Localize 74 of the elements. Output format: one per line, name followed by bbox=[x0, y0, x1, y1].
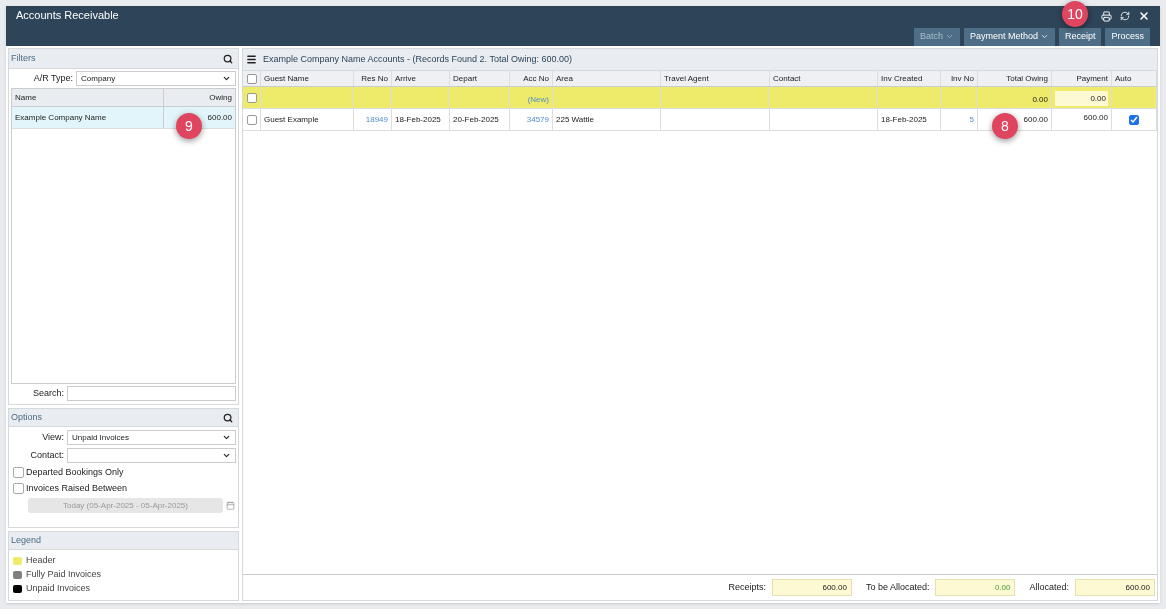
column-header[interactable]: Inv No bbox=[941, 71, 978, 86]
total-field: 600.00 bbox=[1075, 579, 1155, 596]
total-label: Allocated: bbox=[1029, 580, 1069, 594]
column-header[interactable]: Res No bbox=[354, 71, 392, 86]
payment-field[interactable]: 0.00 bbox=[1055, 91, 1108, 106]
owing-cell: 600.00 bbox=[207, 111, 232, 124]
table-cell: 18-Feb-2025 bbox=[881, 113, 927, 126]
checkbox[interactable] bbox=[13, 467, 24, 478]
checkbox[interactable] bbox=[246, 114, 257, 125]
total-field: 600.00 bbox=[771, 579, 852, 596]
toolbar-button[interactable]: Payment Method bbox=[963, 27, 1055, 46]
column-header[interactable]: Auto bbox=[1112, 71, 1157, 86]
table-link[interactable]: 5 bbox=[969, 113, 974, 126]
checkbox[interactable] bbox=[246, 92, 257, 103]
field-label: A/R Type: bbox=[32, 71, 73, 85]
view-select[interactable]: Unpaid Invoices bbox=[67, 430, 236, 445]
column-header: Name bbox=[12, 89, 164, 106]
table-cell: 0.00 bbox=[1032, 94, 1048, 106]
table-cell: 225 Wattle bbox=[556, 113, 594, 126]
column-header[interactable]: Arrive bbox=[392, 71, 450, 86]
contact-select[interactable] bbox=[67, 448, 236, 463]
caret-icon bbox=[944, 32, 954, 41]
table-cell: 20-Feb-2025 bbox=[453, 113, 499, 126]
field-label: View: bbox=[41, 430, 64, 444]
table-cell: 600.00 bbox=[1023, 113, 1048, 126]
panel-title: Options bbox=[11, 410, 43, 424]
table-link[interactable]: 18949 bbox=[365, 113, 388, 126]
column-header[interactable]: Payment bbox=[1052, 71, 1112, 86]
column-header[interactable]: Depart bbox=[450, 71, 510, 86]
checkbox[interactable] bbox=[1129, 114, 1139, 125]
caret-icon bbox=[1039, 32, 1049, 41]
close-icon[interactable] bbox=[1138, 10, 1150, 23]
toolbar-button[interactable]: Receipt bbox=[1058, 27, 1102, 46]
total-label: Receipts: bbox=[728, 580, 766, 594]
panel-title: Legend bbox=[11, 533, 42, 547]
column-header[interactable]: Total Owing bbox=[978, 71, 1052, 86]
callout-badge: 10 bbox=[1062, 1, 1088, 27]
table-cell-text: 600.00 bbox=[1083, 112, 1108, 124]
column-header[interactable]: Acc No bbox=[510, 71, 553, 86]
total-label: To be Allocated: bbox=[865, 580, 930, 594]
checkbox[interactable] bbox=[246, 73, 257, 84]
panel-title: Example Company Name Accounts - (Records Found 2. Total Owing: 600.00) bbox=[263, 52, 572, 66]
ar-type-select[interactable]: Company bbox=[76, 71, 236, 86]
header-row[interactable]: (New) 0.00 0.00 bbox=[243, 87, 1157, 109]
legend-label: Header bbox=[26, 553, 56, 567]
toolbar-button[interactable]: Process bbox=[1105, 27, 1150, 46]
column-header[interactable]: Contact bbox=[770, 71, 878, 86]
column-header[interactable]: Guest Name bbox=[261, 71, 354, 86]
panel-title: Filters bbox=[11, 51, 36, 65]
field-label: Search: bbox=[31, 386, 64, 400]
column-header: Owing bbox=[208, 91, 233, 104]
legend-label: Fully Paid Invoices bbox=[26, 567, 102, 581]
company-name: Example Company Name bbox=[12, 107, 164, 128]
table-link[interactable]: 34579 bbox=[526, 113, 549, 126]
column-header[interactable]: Area bbox=[553, 71, 661, 86]
refresh-icon[interactable] bbox=[1120, 11, 1130, 22]
chevron-down-icon bbox=[222, 74, 231, 83]
field-label: Contact: bbox=[29, 448, 64, 462]
search-icon[interactable] bbox=[223, 412, 233, 423]
checkbox-label: Departed Bookings Only bbox=[26, 465, 124, 479]
legend-label: Unpaid Invoices bbox=[26, 581, 91, 595]
print-icon[interactable] bbox=[1101, 10, 1112, 22]
search-field[interactable] bbox=[67, 386, 236, 401]
window-title: Accounts Receivable bbox=[16, 8, 119, 23]
column-header[interactable]: Travel Agent bbox=[661, 71, 770, 86]
search-icon[interactable] bbox=[223, 53, 233, 64]
column-header[interactable]: Inv Created bbox=[878, 71, 941, 86]
checkbox[interactable] bbox=[13, 483, 24, 494]
menu-icon[interactable] bbox=[246, 54, 257, 65]
total-field: 0.00 bbox=[935, 579, 1016, 596]
table-cell: 18-Feb-2025 bbox=[395, 113, 441, 126]
table-cell: Guest Example bbox=[264, 113, 319, 126]
calendar-icon[interactable] bbox=[226, 501, 235, 510]
checkbox-label: Invoices Raised Between bbox=[26, 481, 128, 495]
